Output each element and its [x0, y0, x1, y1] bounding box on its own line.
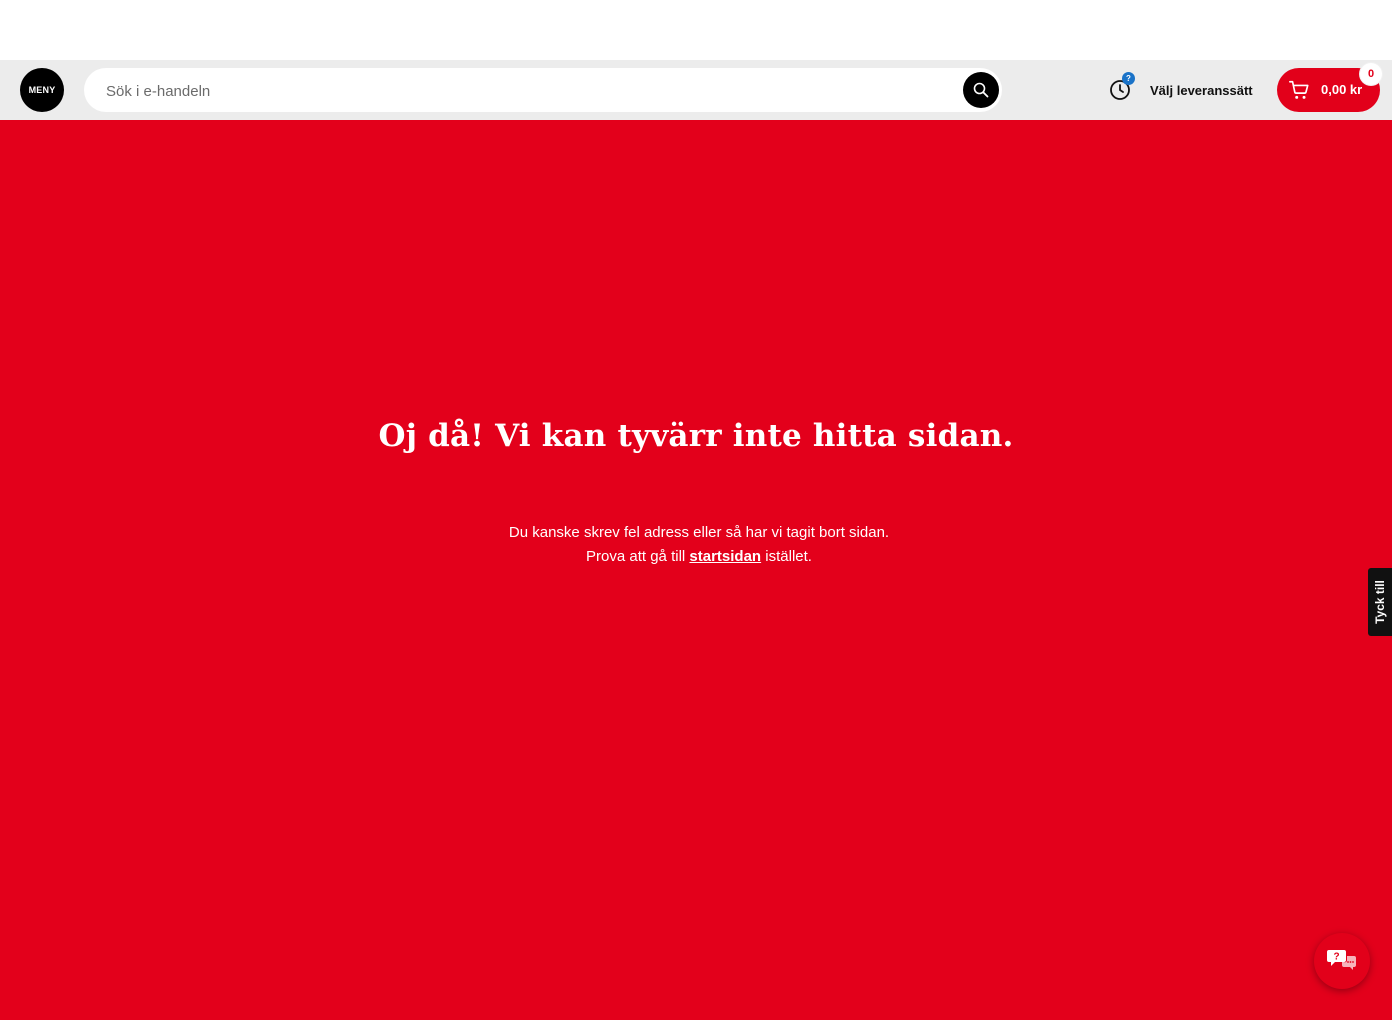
cart-total: 0,00 kr [1321, 82, 1363, 97]
home-link[interactable]: startsidan [689, 548, 761, 565]
delivery-selector[interactable]: ? Välj leveranssätt [1108, 72, 1253, 104]
help-chat-icon: ? [1327, 950, 1356, 970]
feedback-tab-label: Tyck till [1373, 580, 1388, 624]
search-icon [973, 82, 989, 98]
cart-count-badge: 0 [1360, 63, 1382, 85]
top-strip [0, 0, 1392, 60]
delivery-label: Välj leveranssätt [1150, 82, 1253, 98]
cart-icon [1289, 80, 1309, 99]
error-message: Du kanske skrev fel adress eller så har … [496, 521, 902, 569]
feedback-tab[interactable]: Tyck till [1368, 568, 1392, 636]
page-title: Oj då! Vi kan tyvärr inte hitta sidan. [378, 418, 1014, 454]
message-text-after: istället. [765, 548, 812, 565]
svg-text:?: ? [1333, 952, 1339, 963]
logo[interactable]: MENY [20, 68, 64, 112]
logo-text: MENY [28, 85, 56, 95]
cart-button[interactable]: 0,00 kr 0 [1277, 63, 1382, 112]
delivery-clock: ? [1108, 72, 1135, 102]
search-input[interactable] [104, 68, 948, 114]
search-button[interactable] [963, 72, 999, 108]
site-header: MENY ? Välj leveranssätt 0,00 kr 0 [0, 60, 1392, 120]
info-badge: ? [1122, 72, 1135, 85]
help-chat-button[interactable]: ? [1314, 933, 1370, 989]
not-found-section: Oj då! Vi kan tyvärr inte hitta sidan. D… [0, 120, 1392, 1020]
search-bar [84, 68, 1002, 114]
